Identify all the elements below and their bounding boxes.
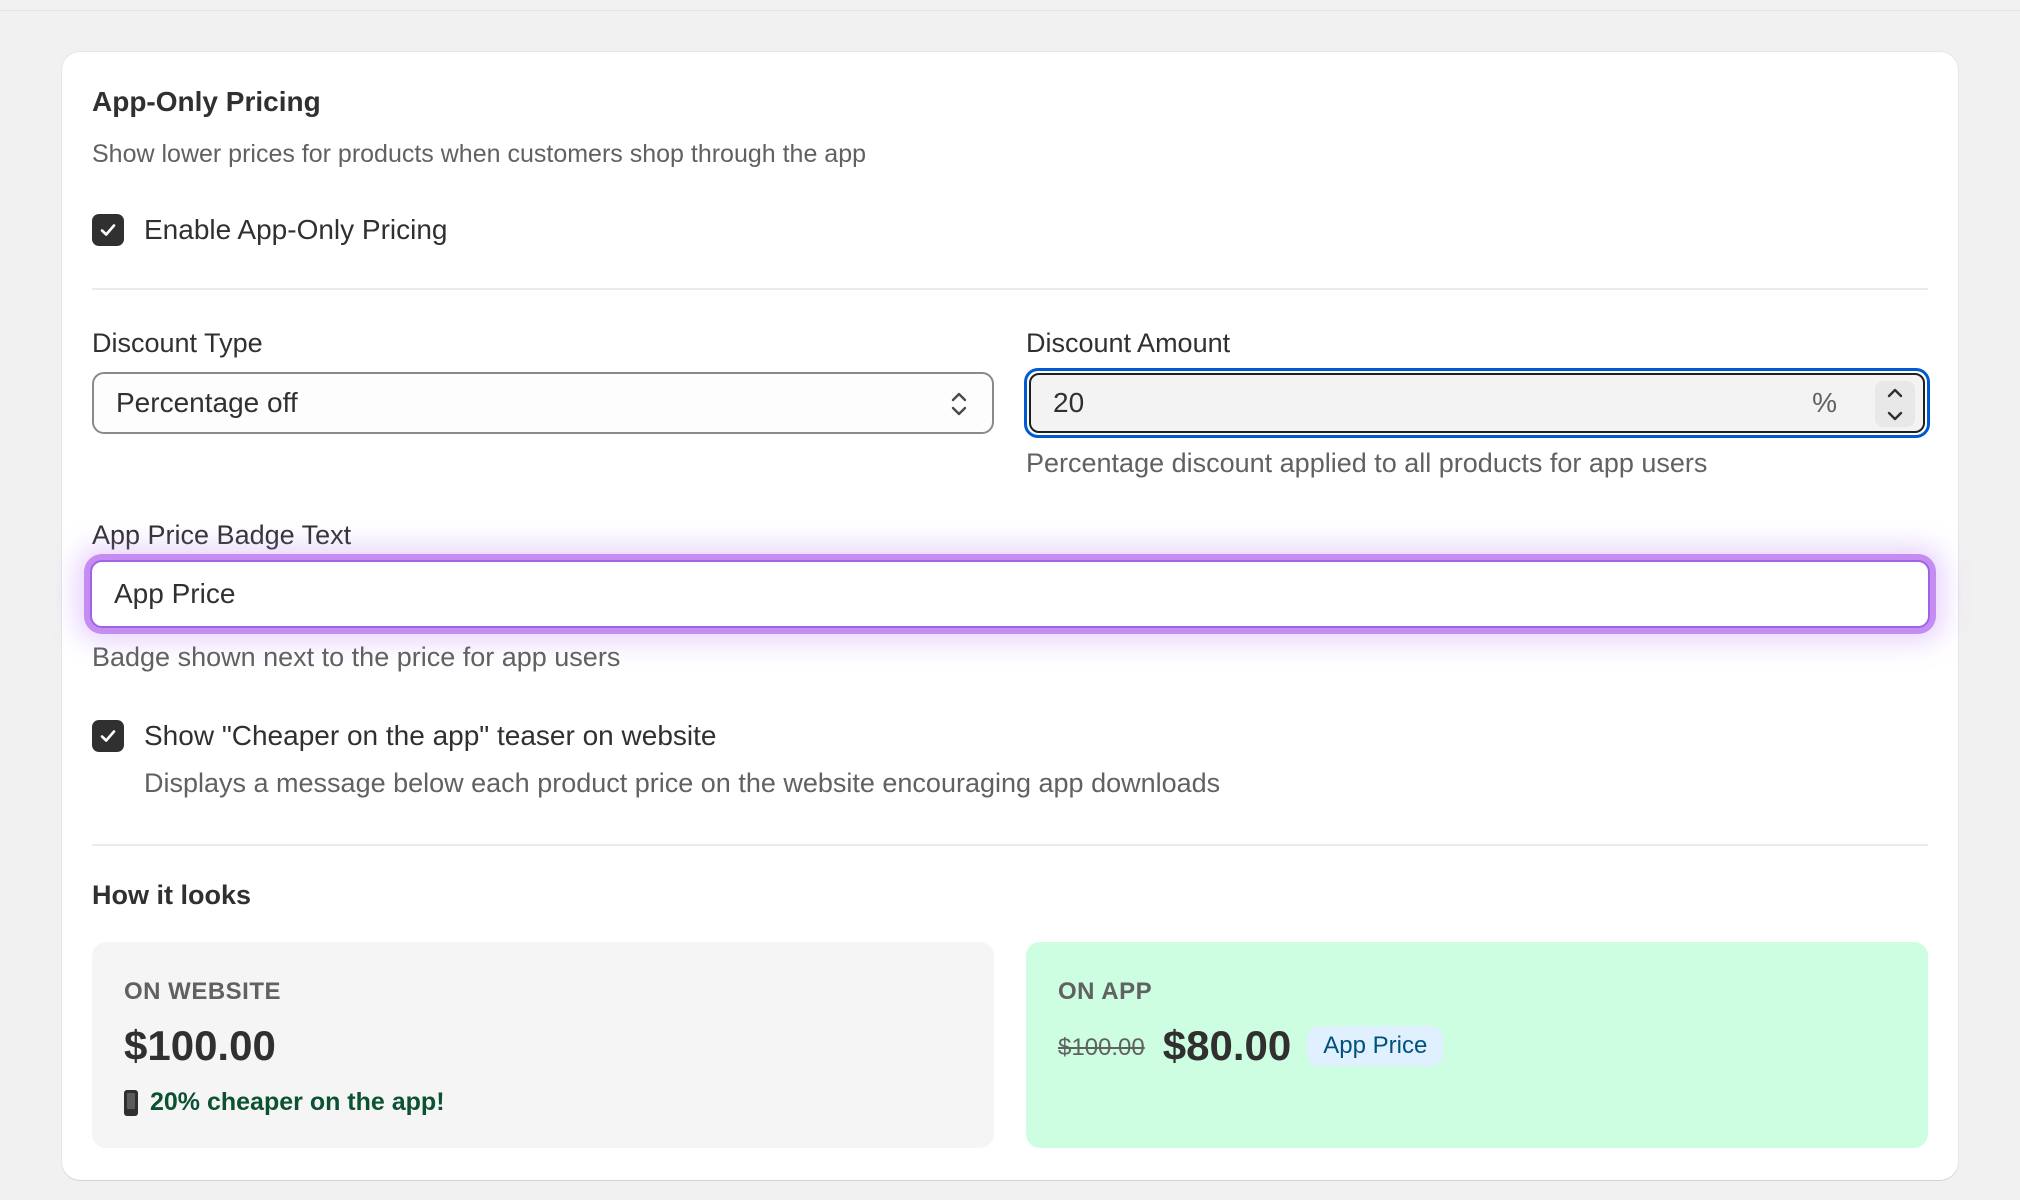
app-price-badge: App Price	[1307, 1026, 1444, 1066]
badge-text-label: App Price Badge Text	[92, 520, 352, 550]
discount-amount-input[interactable]: 20 %	[1029, 373, 1925, 433]
chevron-down-icon[interactable]	[1885, 409, 1905, 423]
discount-type-label: Discount Type	[92, 328, 263, 358]
divider	[92, 288, 1928, 290]
mobile-phone-icon	[124, 1089, 138, 1116]
badge-text-input[interactable]: App Price	[90, 560, 1930, 628]
discount-amount-focus-ring: 20 %	[1024, 368, 1930, 438]
website-preview-label: ON WEBSITE	[124, 978, 282, 1005]
checkmark-icon	[100, 730, 116, 742]
badge-text-help: Badge shown next to the price for app us…	[92, 642, 621, 672]
teaser-checkbox[interactable]	[92, 720, 124, 752]
app-preview-label: ON APP	[1058, 978, 1153, 1005]
discount-amount-help: Percentage discount applied to all produ…	[1026, 448, 1708, 478]
enable-app-pricing-label: Enable App-Only Pricing	[144, 214, 448, 245]
card-subtitle: Show lower prices for products when cust…	[92, 140, 867, 168]
enable-app-pricing-checkbox[interactable]	[92, 214, 124, 246]
website-teaser-text: 20% cheaper on the app!	[150, 1088, 445, 1116]
teaser-row[interactable]: Show "Cheaper on the app" teaser on webs…	[92, 720, 716, 752]
discount-type-value: Percentage off	[116, 387, 298, 418]
teaser-help: Displays a message below each product pr…	[144, 768, 1221, 798]
discount-amount-label: Discount Amount	[1026, 328, 1231, 358]
percent-suffix: %	[1812, 387, 1837, 418]
badge-text-focus-ring: App Price	[84, 554, 1936, 634]
website-preview: ON WEBSITE $100.00 20% cheaper on the ap…	[92, 942, 994, 1148]
divider	[92, 844, 1928, 846]
preview-section-title: How it looks	[92, 880, 252, 910]
number-stepper[interactable]	[1875, 381, 1915, 427]
checkmark-icon	[100, 224, 116, 236]
app-preview: ON APP $100.00 $80.00 App Price	[1026, 942, 1928, 1148]
website-teaser: 20% cheaper on the app!	[124, 1088, 445, 1117]
discount-type-select[interactable]: Percentage off	[92, 372, 994, 434]
original-price: $100.00	[1058, 1034, 1145, 1061]
app-price: $80.00	[1162, 1022, 1292, 1069]
app-only-pricing-card: App-Only Pricing Show lower prices for p…	[62, 52, 1958, 1180]
chevron-up-icon[interactable]	[1885, 386, 1905, 400]
top-bar-edge	[0, 0, 2020, 11]
enable-app-pricing-row[interactable]: Enable App-Only Pricing	[92, 214, 448, 246]
badge-text-value: App Price	[114, 578, 236, 609]
card-title: App-Only Pricing	[92, 86, 321, 117]
website-price: $100.00	[124, 1022, 276, 1069]
app-price-row: $100.00 $80.00 App Price	[1058, 1022, 1444, 1070]
teaser-label: Show "Cheaper on the app" teaser on webs…	[144, 720, 717, 751]
discount-amount-value: 20	[1053, 387, 1085, 418]
select-chevron-icon	[951, 392, 967, 416]
